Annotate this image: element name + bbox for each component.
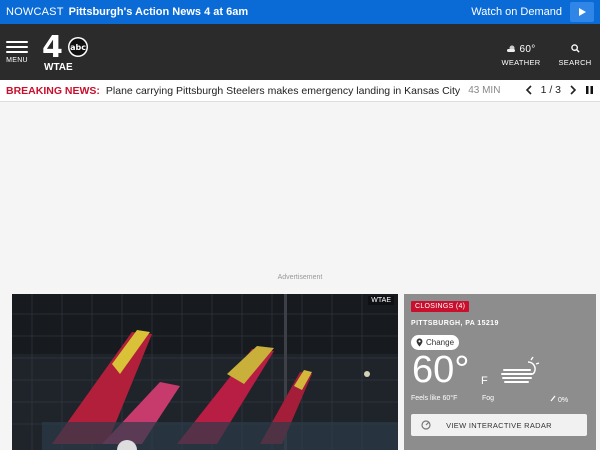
search-icon — [570, 44, 580, 53]
view-radar-button[interactable]: VIEW INTERACTIVE RADAR — [411, 414, 587, 436]
breaking-age: 43 MIN — [468, 85, 501, 96]
nowcast-title[interactable]: Pittsburgh's Action News 4 at 6am — [69, 6, 248, 18]
radar-icon — [421, 420, 431, 430]
closings-badge[interactable]: CLOSINGS (4) — [411, 301, 470, 312]
fog-icon — [501, 356, 540, 383]
video-thumbnail — [12, 294, 398, 450]
hamburger-icon-line — [6, 51, 28, 53]
video-watermark: WTAE — [368, 296, 394, 305]
menu-label: MENU — [6, 57, 28, 64]
feels-like: Feels like 60°F — [411, 395, 458, 402]
header-weather-temp: 60° — [500, 44, 542, 55]
weather-condition: Fog — [482, 395, 495, 402]
chevron-left-icon[interactable] — [525, 85, 533, 95]
breaking-headline-link[interactable]: Plane carrying Pittsburgh Steelers makes… — [106, 85, 460, 97]
weather-location: PITTSBURGH, PA 15219 — [411, 320, 499, 327]
watch-on-demand-link[interactable]: Watch on Demand — [471, 6, 562, 18]
wtae-logo[interactable]: 4 abc WTAE — [40, 32, 96, 72]
search-button[interactable]: SEARCH — [555, 44, 595, 67]
raindrop-icon — [550, 395, 556, 402]
hamburger-icon-line — [6, 46, 28, 48]
breaking-news-label: BREAKING NEWS: — [6, 84, 100, 97]
current-temp: 60° — [412, 349, 470, 391]
breaking-pager: 1 / 3 — [525, 84, 594, 96]
location-pin-icon — [416, 338, 423, 347]
chevron-right-icon[interactable] — [569, 85, 577, 95]
weather-card: CLOSINGS (4) PITTSBURGH, PA 15219 Change… — [404, 294, 596, 450]
header-weather-button[interactable]: 60° WEATHER — [500, 44, 542, 67]
change-location-button[interactable]: Change — [411, 335, 460, 350]
logo-abc: abc — [70, 43, 86, 52]
precip-value: 0% — [557, 397, 569, 404]
ad-space — [0, 103, 600, 291]
search-label: SEARCH — [558, 58, 592, 67]
logo-number: 4 — [42, 32, 63, 65]
play-icon — [579, 8, 586, 16]
hamburger-icon — [6, 41, 28, 43]
temp-unit: F — [481, 375, 488, 387]
nowcast-bar[interactable]: NOWCAST Pittsburgh's Action News 4 at 6a… — [0, 0, 600, 24]
breaking-news-bar: BREAKING NEWS: Plane carrying Pittsburgh… — [0, 80, 600, 102]
nowcast-label: NOWCAST — [6, 6, 64, 18]
pause-icon[interactable] — [585, 85, 594, 95]
site-header: MENU 4 abc WTAE 60° WEATHER SEARCH — [0, 24, 600, 80]
header-weather-temp-value: 60° — [519, 44, 536, 55]
change-label: Change — [426, 338, 455, 347]
pager-count: 1 / 3 — [540, 84, 561, 96]
logo-text: WTAE — [44, 62, 73, 72]
precip-chance: 0% — [550, 395, 568, 404]
video-player[interactable]: WTAE — [12, 294, 398, 450]
menu-button[interactable]: MENU — [6, 38, 28, 64]
advertisement-label: Advertisement — [277, 274, 323, 281]
play-button[interactable] — [570, 2, 594, 22]
weather-label: WEATHER — [501, 58, 541, 67]
radar-label: VIEW INTERACTIVE RADAR — [446, 420, 552, 430]
cloud-sun-icon — [507, 45, 516, 52]
